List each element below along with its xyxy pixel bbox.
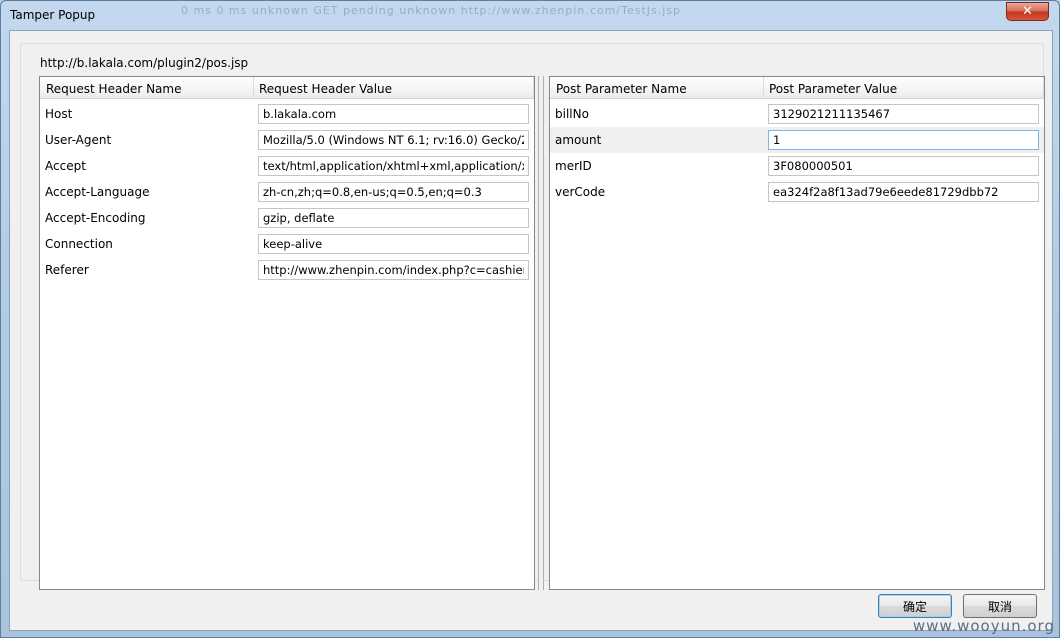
header-name-accept-encoding: Accept-Encoding <box>45 211 146 225</box>
header-name-connection: Connection <box>45 237 113 251</box>
table-row[interactable]: merID <box>550 153 1044 179</box>
param-value-merid-input[interactable] <box>768 156 1039 176</box>
request-headers-table: Request Header Name Request Header Value… <box>39 76 535 590</box>
param-name-vercode: verCode <box>555 185 606 199</box>
col-header-name[interactable]: Request Header Name <box>46 82 181 96</box>
table-row[interactable]: Accept-Language <box>40 179 534 205</box>
column-divider[interactable] <box>533 77 534 99</box>
header-name-user-agent: User-Agent <box>45 133 112 147</box>
table-row[interactable]: Referer <box>40 257 534 283</box>
request-groupbox: http://b.lakala.com/plugin2/pos.jsp Requ… <box>20 43 1045 590</box>
header-value-referer-input[interactable] <box>258 260 529 280</box>
request-url-label: http://b.lakala.com/plugin2/pos.jsp <box>40 56 249 70</box>
header-value-accept-encoding-input[interactable] <box>258 208 529 228</box>
param-name-billno: billNo <box>555 107 589 121</box>
ok-button[interactable]: 确定 <box>878 594 952 618</box>
col-header-param-name[interactable]: Post Parameter Name <box>556 82 687 96</box>
close-icon: ✕ <box>1022 4 1033 19</box>
dialog-client-area: http://b.lakala.com/plugin2/pos.jsp Requ… <box>9 30 1053 631</box>
param-name-merid: merID <box>555 159 592 173</box>
col-header-value[interactable]: Request Header Value <box>259 82 392 96</box>
column-divider[interactable] <box>1043 77 1044 99</box>
header-value-connection-input[interactable] <box>258 234 529 254</box>
header-name-accept: Accept <box>45 159 86 173</box>
headers-table-header: Request Header Name Request Header Value <box>40 77 534 99</box>
param-name-amount: amount <box>555 133 602 147</box>
header-name-accept-language: Accept-Language <box>45 185 150 199</box>
header-name-referer: Referer <box>45 263 89 277</box>
close-button[interactable]: ✕ <box>1006 2 1049 21</box>
table-row[interactable]: User-Agent <box>40 127 534 153</box>
header-value-accept-input[interactable] <box>258 156 529 176</box>
header-name-host: Host <box>45 107 73 121</box>
column-divider[interactable] <box>253 77 254 99</box>
param-value-vercode-input[interactable] <box>768 182 1039 202</box>
post-parameters-table: Post Parameter Name Post Parameter Value… <box>549 76 1045 590</box>
table-row[interactable]: amount <box>550 127 1044 153</box>
table-row[interactable]: billNo <box>550 101 1044 127</box>
col-header-param-value[interactable]: Post Parameter Value <box>769 82 897 96</box>
tamper-popup-window: Tamper Popup 0 ms 0 ms unknown GET pendi… <box>0 0 1060 638</box>
table-row[interactable]: verCode <box>550 179 1044 205</box>
header-value-accept-language-input[interactable] <box>258 182 529 202</box>
table-row[interactable]: Connection <box>40 231 534 257</box>
cancel-button[interactable]: 取消 <box>963 594 1037 618</box>
table-row[interactable]: Accept <box>40 153 534 179</box>
table-row[interactable]: Host <box>40 101 534 127</box>
params-table-header: Post Parameter Name Post Parameter Value <box>550 77 1044 99</box>
column-divider[interactable] <box>763 77 764 99</box>
window-title: Tamper Popup <box>10 8 96 22</box>
title-bar[interactable]: Tamper Popup 0 ms 0 ms unknown GET pendi… <box>1 1 1059 29</box>
watermark: www.wooyun.org <box>912 617 1055 635</box>
panel-splitter[interactable] <box>538 76 544 590</box>
param-value-amount-input[interactable] <box>768 130 1039 150</box>
param-value-billno-input[interactable] <box>768 104 1039 124</box>
header-value-user-agent-input[interactable] <box>258 130 529 150</box>
background-ghost-text: 0 ms 0 ms unknown GET pending unknown ht… <box>181 4 682 17</box>
header-value-host-input[interactable] <box>258 104 529 124</box>
table-row[interactable]: Accept-Encoding <box>40 205 534 231</box>
